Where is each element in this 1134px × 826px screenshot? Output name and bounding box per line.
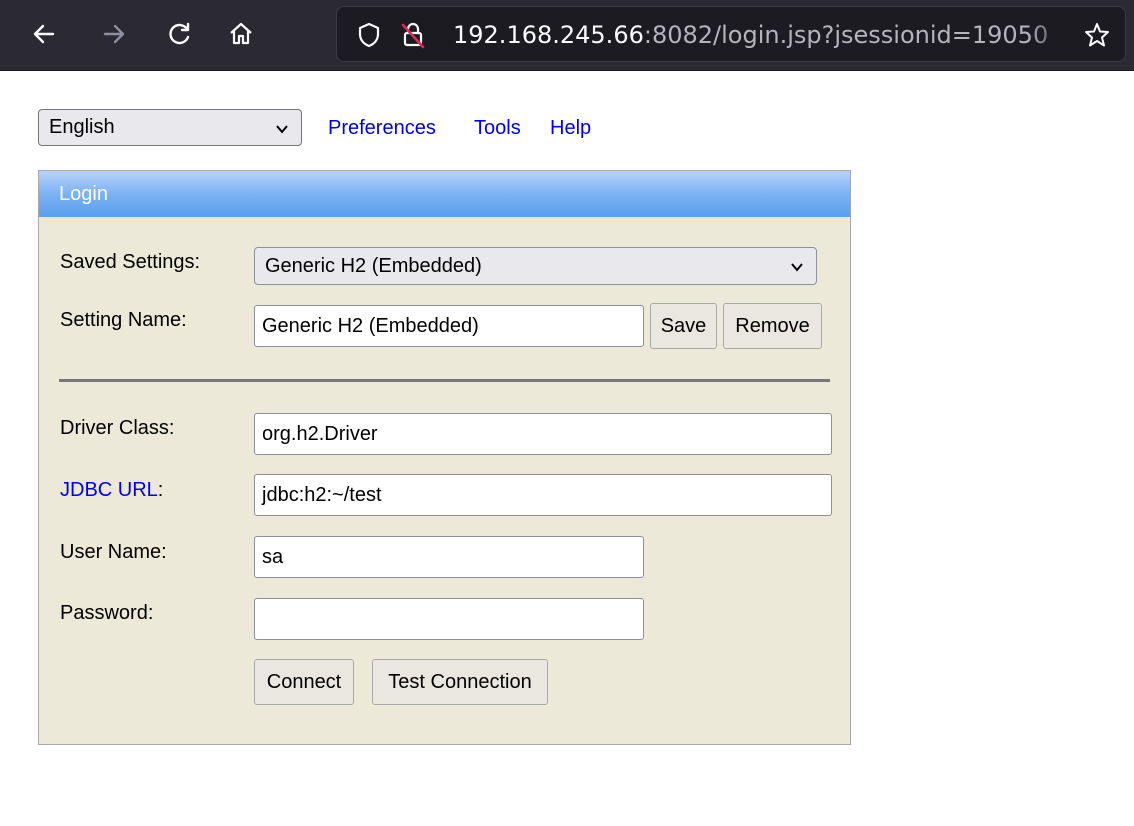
url-bar[interactable]: 192.168.245.66:8082/login.jsp?jsessionid…	[336, 6, 1126, 62]
browser-toolbar: 192.168.245.66:8082/login.jsp?jsessionid…	[0, 0, 1134, 71]
connect-button[interactable]: Connect	[254, 659, 354, 705]
saved-settings-select[interactable]: Generic H2 (Embedded)	[254, 247, 817, 285]
driver-class-input[interactable]: org.h2.Driver	[254, 413, 832, 455]
jdbc-url-input[interactable]: jdbc:h2:~/test	[254, 474, 832, 516]
password-input[interactable]	[254, 598, 644, 640]
jdbc-url-link[interactable]: JDBC URL	[60, 479, 158, 501]
url-host: 192.168.245.66	[453, 21, 644, 49]
tools-link[interactable]: Tools	[474, 115, 521, 141]
url-text[interactable]: 192.168.245.66:8082/login.jsp?jsessionid…	[453, 19, 1073, 51]
divider	[59, 379, 830, 382]
back-icon[interactable]	[24, 14, 64, 54]
chevron-down-icon	[791, 263, 803, 272]
bookmark-star-icon[interactable]	[1083, 21, 1111, 49]
shield-icon[interactable]	[355, 21, 383, 49]
saved-settings-label: Saved Settings:	[60, 251, 201, 273]
setting-name-label: Setting Name:	[60, 309, 187, 331]
help-link[interactable]: Help	[550, 115, 591, 141]
language-select[interactable]: English	[38, 109, 302, 146]
jdbc-url-label: JDBC URL:	[60, 477, 163, 503]
remove-button[interactable]: Remove	[723, 303, 822, 349]
preferences-link[interactable]: Preferences	[328, 115, 436, 141]
url-path: :8082/login.jsp?jsessionid=19050	[643, 21, 1049, 49]
reload-icon[interactable]	[160, 14, 200, 54]
save-button[interactable]: Save	[650, 303, 717, 349]
jdbc-url-colon: :	[157, 479, 164, 501]
login-panel: Login Saved Settings: Generic H2 (Embedd…	[38, 170, 851, 745]
user-name-label: User Name:	[60, 541, 167, 563]
user-name-input[interactable]: sa	[254, 536, 644, 578]
password-label: Password:	[60, 602, 154, 624]
url-fade	[1027, 17, 1073, 53]
home-icon[interactable]	[221, 14, 261, 54]
chevron-down-icon	[276, 125, 288, 134]
saved-settings-value: Generic H2 (Embedded)	[265, 255, 482, 277]
login-panel-title: Login	[39, 171, 850, 217]
insecure-lock-icon[interactable]	[399, 21, 427, 49]
language-select-value: English	[49, 116, 115, 138]
setting-name-input[interactable]: Generic H2 (Embedded)	[254, 305, 644, 347]
forward-icon[interactable]	[94, 14, 134, 54]
driver-class-label: Driver Class:	[60, 417, 175, 439]
test-connection-button[interactable]: Test Connection	[372, 659, 548, 705]
